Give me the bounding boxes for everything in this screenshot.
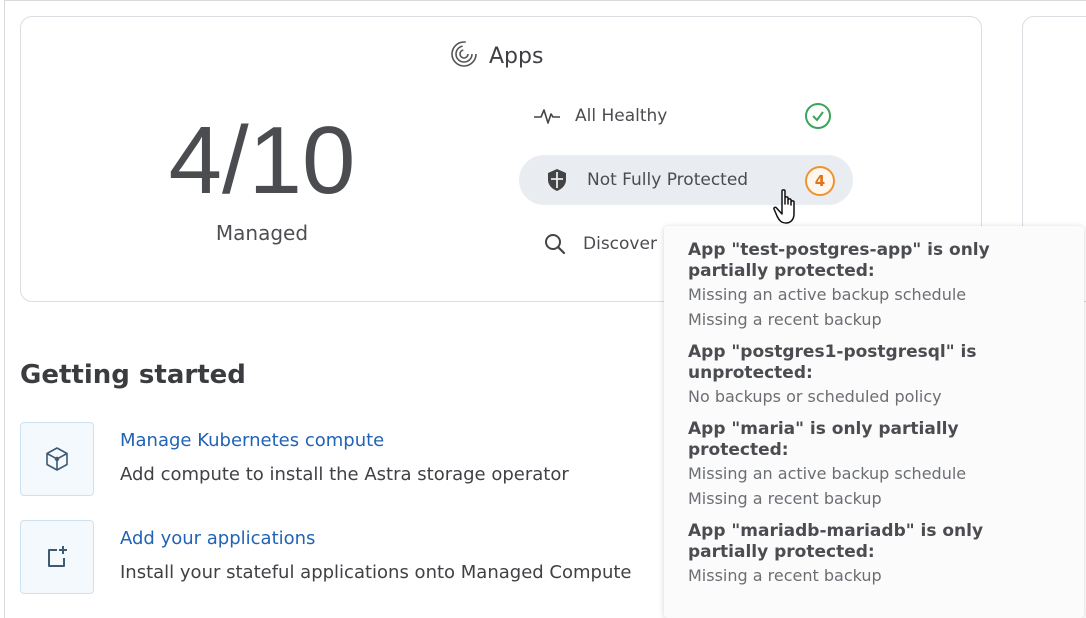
status-all-healthy[interactable]: All Healthy	[533, 99, 853, 133]
managed-label: Managed	[215, 221, 309, 245]
tooltip-item-title: App "maria" is only partially protected:	[688, 419, 959, 460]
tooltip-item: App "maria" is only partially protected:…	[688, 419, 1064, 511]
apps-icon	[449, 39, 479, 73]
tooltip-item-line: Missing a recent backup	[688, 310, 882, 329]
apps-title: Apps	[489, 43, 544, 69]
status-label: Discover	[583, 234, 657, 254]
tooltip-item-line: Missing an active backup schedule	[688, 285, 967, 304]
heartbeat-icon	[533, 106, 561, 126]
getting-started-heading: Getting started	[20, 360, 246, 390]
search-icon	[541, 232, 569, 256]
tooltip-item-title: App "postgres1-postgresql" is unprotecte…	[688, 342, 977, 383]
hand-cursor-icon	[772, 188, 806, 228]
protection-tooltip: App "test-postgres-app" is only partiall…	[664, 226, 1084, 618]
shield-icon	[543, 168, 571, 192]
manage-compute-link[interactable]: Manage Kubernetes compute	[120, 430, 384, 451]
tooltip-item: App "test-postgres-app" is only partiall…	[688, 240, 1064, 332]
tooltip-item-title: App "test-postgres-app" is only partiall…	[688, 240, 990, 281]
status-label: Not Fully Protected	[587, 170, 749, 190]
getting-started-item-compute: Manage Kubernetes compute Add compute to…	[20, 422, 680, 496]
warning-count-badge: 4	[805, 166, 835, 196]
tooltip-item: App "postgres1-postgresql" is unprotecte…	[688, 342, 1064, 409]
add-app-icon[interactable]	[20, 520, 94, 594]
tooltip-item: App "mariadb-mariadb" is only partially …	[688, 521, 1064, 588]
manage-compute-description: Add compute to install the Astra storage…	[120, 464, 569, 485]
add-applications-description: Install your stateful applications onto …	[120, 562, 632, 583]
managed-count: 4/10	[168, 107, 356, 214]
frame-left-border	[4, 0, 5, 618]
apps-header: Apps	[449, 39, 543, 73]
status-label: All Healthy	[575, 106, 668, 126]
tooltip-item-title: App "mariadb-mariadb" is only partially …	[688, 521, 984, 562]
cube-icon[interactable]	[20, 422, 94, 496]
check-icon	[805, 103, 831, 129]
tooltip-item-line: Missing a recent backup	[688, 566, 882, 585]
tooltip-item-line: Missing an active backup schedule	[688, 464, 967, 483]
tooltip-item-line: Missing a recent backup	[688, 489, 882, 508]
getting-started-item-applications: Add your applications Install your state…	[20, 520, 680, 594]
add-applications-link[interactable]: Add your applications	[120, 528, 315, 549]
status-discover[interactable]: Discover	[541, 227, 681, 261]
tooltip-item-line: No backups or scheduled policy	[688, 387, 942, 406]
frame-top-border	[4, 0, 1086, 1]
